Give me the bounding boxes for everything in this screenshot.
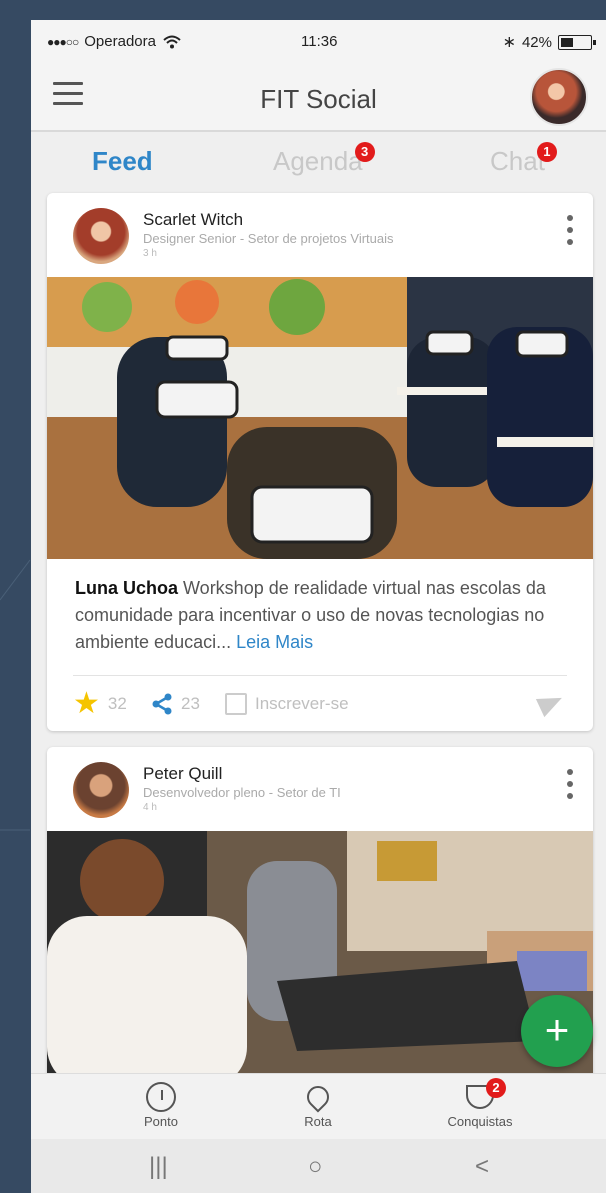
user-avatar[interactable] — [530, 68, 588, 126]
bluetooth-icon: ∗ — [502, 34, 516, 51]
more-options-icon[interactable] — [567, 769, 575, 799]
tab-feed-label: Feed — [92, 146, 153, 176]
app-title: FIT Social — [260, 84, 377, 114]
post-header: Peter Quill Desenvolvedor pleno - Setor … — [47, 747, 593, 831]
star-icon: ★ — [73, 687, 100, 720]
tab-agenda-label: Agenda — [273, 146, 363, 176]
post-time: 3 h — [143, 248, 157, 259]
more-options-icon[interactable] — [567, 215, 575, 245]
nav-label-conquistas: Conquistas — [447, 1114, 513, 1129]
post-actions: ★ 32 23 Inscrever-se — [73, 685, 567, 723]
nav-item-conquistas[interactable]: 2 Conquistas — [430, 1078, 530, 1129]
status-right: ∗ 42% — [502, 32, 596, 52]
share-icon — [152, 693, 172, 715]
author-name[interactable]: Scarlet Witch — [143, 210, 243, 230]
app-header: FIT Social — [31, 62, 606, 132]
nav-item-rota[interactable]: Rota — [268, 1080, 368, 1129]
post-header: Scarlet Witch Designer Senior - Setor de… — [47, 193, 593, 277]
nav-label-rota: Rota — [304, 1114, 332, 1129]
tab-feed[interactable]: Feed — [92, 146, 153, 177]
bottom-navigation: Ponto Rota 2 Conquistas — [31, 1073, 606, 1139]
post-card: Peter Quill Desenvolvedor pleno - Setor … — [47, 747, 593, 1087]
like-count: 32 — [107, 694, 127, 713]
subscribe-button[interactable]: Inscrever-se — [225, 693, 349, 715]
home-button[interactable]: ○ — [308, 1153, 323, 1181]
battery-percent: 42% — [521, 33, 552, 51]
chat-badge: 1 — [536, 142, 557, 162]
tab-chat[interactable]: Chat 1 — [490, 142, 557, 177]
post-time: 4 h — [143, 802, 157, 813]
agenda-badge: 3 — [354, 142, 375, 162]
signal-strength: ●●●○○ — [47, 34, 79, 49]
carrier-name: Operadora — [84, 33, 156, 50]
conquistas-badge: 2 — [486, 1078, 506, 1098]
author-avatar[interactable] — [73, 208, 129, 264]
post-card: Scarlet Witch Designer Senior - Setor de… — [47, 193, 593, 731]
phone-screen: ●●●○○ Operadora 11:36 ∗ 42% FIT Social F… — [31, 20, 606, 1193]
status-time: 11:36 — [301, 33, 338, 50]
clock-icon — [146, 1082, 176, 1112]
back-button[interactable]: < — [475, 1153, 489, 1181]
edit-icon — [225, 693, 247, 715]
system-navigation: ||| ○ < — [31, 1139, 606, 1193]
status-bar: ●●●○○ Operadora 11:36 ∗ 42% — [31, 20, 606, 62]
post-image[interactable] — [47, 831, 593, 1087]
author-role: Designer Senior - Setor de projetos Virt… — [143, 231, 394, 246]
like-button[interactable]: ★ 32 — [73, 687, 127, 720]
pin-icon — [302, 1081, 334, 1113]
office-photo — [47, 831, 593, 1087]
add-post-button[interactable]: + — [521, 995, 593, 1067]
wifi-icon — [163, 35, 181, 48]
nav-item-ponto[interactable]: Ponto — [111, 1080, 211, 1129]
subscribe-label: Inscrever-se — [255, 694, 349, 713]
tab-agenda[interactable]: Agenda 3 — [273, 142, 375, 177]
feed-tabs: Feed Agenda 3 Chat 1 — [31, 134, 606, 190]
post-text: Luna Uchoa Workshop de realidade virtual… — [75, 575, 575, 656]
read-more-link[interactable]: Leia Mais — [236, 632, 313, 652]
divider — [73, 675, 567, 676]
author-role: Desenvolvedor pleno - Setor de TI — [143, 785, 341, 800]
author-avatar[interactable] — [73, 762, 129, 818]
recents-button[interactable]: ||| — [149, 1153, 168, 1181]
author-name[interactable]: Peter Quill — [143, 764, 222, 784]
carrier-info: ●●●○○ Operadora — [47, 33, 182, 50]
share-count: 23 — [181, 694, 200, 713]
share-button[interactable]: 23 — [151, 693, 200, 715]
post-mention[interactable]: Luna Uchoa — [75, 578, 178, 598]
nav-label-ponto: Ponto — [144, 1114, 178, 1129]
post-image[interactable] — [47, 277, 593, 559]
vr-classroom-photo — [47, 277, 593, 559]
battery-icon — [558, 34, 596, 50]
send-icon[interactable] — [535, 688, 567, 718]
